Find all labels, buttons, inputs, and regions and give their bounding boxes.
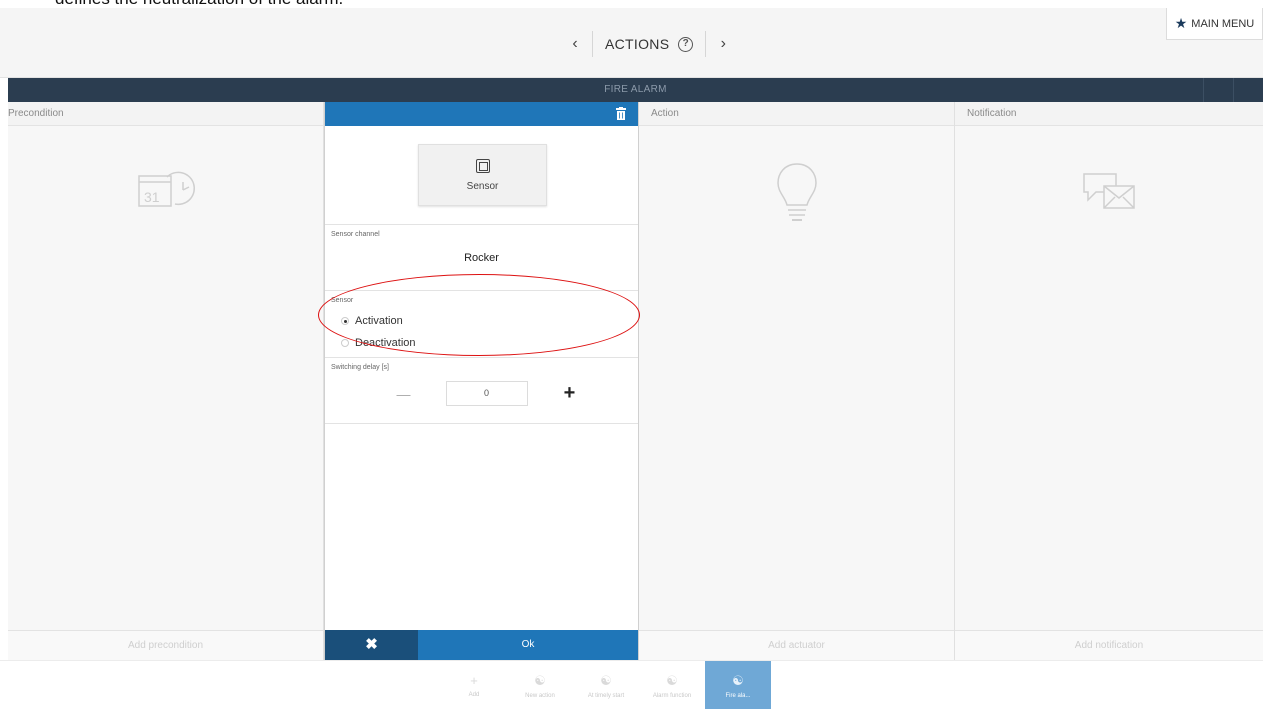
add-notification-button[interactable]: Add notification (955, 630, 1263, 660)
page-title: ACTIONS (605, 36, 670, 52)
app-window: defines the neutralization of the alarm.… (0, 0, 1263, 709)
main-menu-button[interactable]: ★ MAIN MENU (1166, 8, 1263, 40)
trash-icon[interactable] (616, 107, 626, 120)
tab-fire-alarm[interactable]: ☯ Fire ala... (705, 661, 771, 709)
star-icon: ★ (1174, 15, 1188, 31)
sensor-mode-label: Sensor (331, 297, 354, 304)
sensor-channel-label: Sensor channel (331, 231, 380, 238)
precondition-header: Precondition (8, 102, 323, 126)
tab-label: Alarm function (652, 692, 692, 699)
radio-option-deactivation[interactable]: Deactivation (325, 332, 638, 354)
page-title-group: ACTIONS ? (593, 36, 705, 52)
sensor-channel-section[interactable]: Sensor channel Rocker (325, 224, 638, 290)
sensor-button-label: Sensor (466, 180, 499, 192)
lightbulb-icon (639, 160, 954, 224)
tab-add[interactable]: + Add (441, 661, 507, 709)
tab-label: New action (525, 692, 555, 699)
timer-icon: ☯ (600, 672, 612, 688)
add-precondition-button[interactable]: Add precondition (8, 630, 323, 660)
panels: Precondition 31 Add precondition Sensor … (8, 102, 1263, 660)
top-bar: ‹ ACTIONS ? › ★ MAIN MENU (0, 8, 1263, 78)
increment-button[interactable]: + (550, 382, 590, 405)
activation-label: Activation (355, 315, 403, 327)
tab-alarm-function[interactable]: ☯ Alarm function (639, 661, 705, 709)
switching-delay-label: Switching delay [s] (331, 364, 389, 371)
tab-label: Add (468, 692, 480, 698)
sensor-channel-value: Rocker (464, 252, 499, 264)
caption-text: defines the neutralization of the alarm. (0, 0, 1263, 8)
chevron-right-icon[interactable]: › (706, 35, 740, 53)
precondition-panel: Precondition 31 Add precondition (8, 102, 324, 660)
add-actuator-button[interactable]: Add actuator (639, 630, 954, 660)
tab-new-action[interactable]: ☯ New action (507, 661, 573, 709)
sensor-button[interactable]: Sensor (418, 144, 547, 206)
actions-navigator: ‹ ACTIONS ? › (558, 30, 740, 58)
fire-alarm-icon: ☯ (732, 672, 744, 688)
alarm-icon: ☯ (666, 672, 678, 688)
function-title-bar: FIRE ALARM (8, 78, 1263, 102)
action-header: Action (639, 102, 954, 126)
help-circle-icon[interactable]: ? (678, 36, 694, 52)
radio-unselected[interactable] (341, 339, 349, 347)
delay-value-field[interactable]: 0 (445, 381, 528, 406)
chevron-left-icon[interactable]: ‹ (558, 35, 592, 53)
main-menu-label: MAIN MENU (1191, 17, 1255, 30)
sensor-editor-panel: Sensor Sensor channel Rocker Sensor Acti… (324, 102, 639, 660)
radio-option-activation[interactable]: Activation (325, 310, 638, 332)
decrement-button[interactable]: — (374, 386, 434, 402)
notification-header: Notification (955, 102, 1263, 126)
action-icon: ☯ (534, 672, 546, 688)
svg-text:31: 31 (144, 189, 160, 205)
bottom-tabs: + Add ☯ New action ☯ At timely start ☯ A… (441, 661, 771, 709)
plus-icon: + (470, 673, 478, 688)
cancel-button[interactable]: ✖ (325, 630, 418, 660)
editor-footer: ✖ Ok (325, 630, 638, 660)
editor-header (325, 102, 638, 126)
deactivation-label: Deactivation (355, 337, 416, 349)
switching-delay-section: Switching delay [s] — 0 + (325, 357, 638, 424)
function-title: FIRE ALARM (604, 84, 667, 95)
tab-label: At timely start (587, 692, 625, 699)
sensor-icon (475, 158, 490, 173)
radio-selected[interactable] (341, 317, 349, 325)
calendar-icon: 31 (8, 160, 323, 220)
sensor-mode-section: Sensor Activation Deactivation (325, 290, 638, 357)
notification-panel: Notification Add notification (955, 102, 1263, 660)
message-icon (955, 160, 1263, 220)
tab-label: Fire ala... (725, 692, 751, 699)
action-panel: Action Add actuator (639, 102, 955, 660)
ok-button[interactable]: Ok (418, 630, 638, 660)
delay-stepper: — 0 + (325, 381, 638, 406)
bottom-bar: + Add ☯ New action ☯ At timely start ☯ A… (0, 660, 1263, 709)
tab-at-timely-start[interactable]: ☯ At timely start (573, 661, 639, 709)
edit-icon[interactable] (1233, 78, 1263, 102)
titlebar-button[interactable] (1203, 78, 1233, 102)
